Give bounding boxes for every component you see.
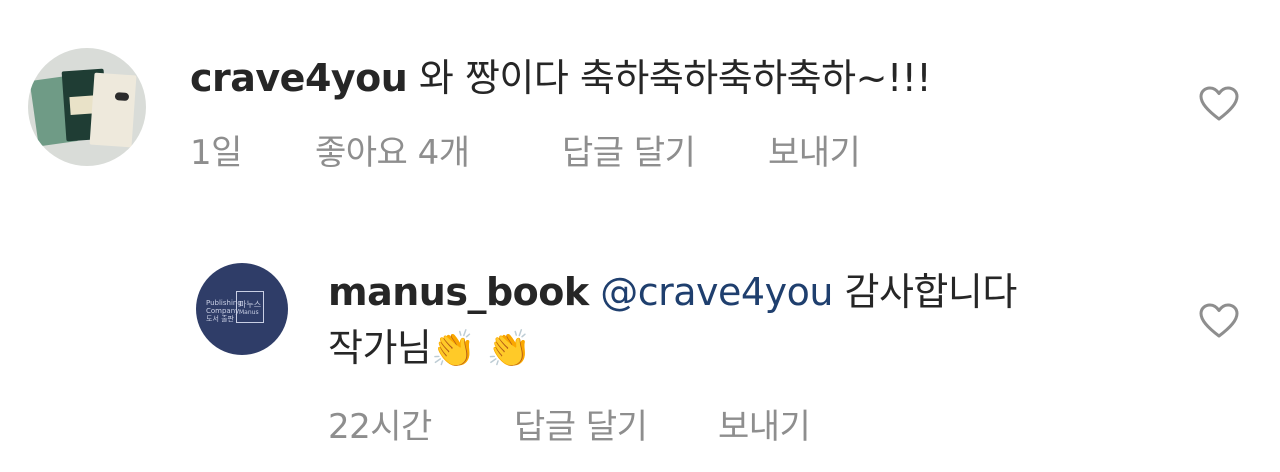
book-image <box>89 72 137 148</box>
comment-body: crave4you 와 짱이다 축하축하축하축하~!!! <box>190 54 932 102</box>
mention-link[interactable]: @crave4you <box>600 270 833 314</box>
reply-button[interactable]: 답글 달기 <box>514 406 648 448</box>
comment-text: 작가님 <box>328 326 432 370</box>
logo-brand: 마누스 Manus <box>239 300 262 317</box>
comment-text: 와 짱이다 축하축하축하축하~!!! <box>418 56 932 100</box>
send-button[interactable]: 보내기 <box>718 406 811 448</box>
comment-username[interactable]: crave4you <box>190 56 408 100</box>
clapping-hands-emoji: 👏 👏 <box>431 329 531 370</box>
avatar[interactable]: Publishing Company 도서 출판 마누스 Manus <box>196 263 288 355</box>
reply-button[interactable]: 답글 달기 <box>562 132 696 174</box>
heart-icon[interactable] <box>1199 86 1239 122</box>
comment-text: 감사합니다 <box>844 270 1018 314</box>
comment-username[interactable]: manus_book <box>328 270 589 314</box>
comment-meta: 22시간 답글 달기 보내기 <box>328 406 928 448</box>
comment-time: 1일 <box>190 133 242 173</box>
send-button[interactable]: 보내기 <box>768 132 861 174</box>
comment-time: 22시간 <box>328 407 432 447</box>
avatar[interactable] <box>28 48 146 166</box>
likes-count-link[interactable]: 좋아요 4개 <box>315 132 470 174</box>
heart-icon[interactable] <box>1199 303 1239 339</box>
comment-meta: 1일 좋아요 4개 답글 달기 보내기 <box>190 132 890 174</box>
reply-body-line-2: 작가님👏 👏 <box>328 324 531 374</box>
comment-item: crave4you 와 짱이다 축하축하축하축하~!!! 1일 좋아요 4개 답… <box>0 0 1280 200</box>
reply-body-line-1: manus_book @crave4you 감사합니다 <box>328 268 1017 316</box>
